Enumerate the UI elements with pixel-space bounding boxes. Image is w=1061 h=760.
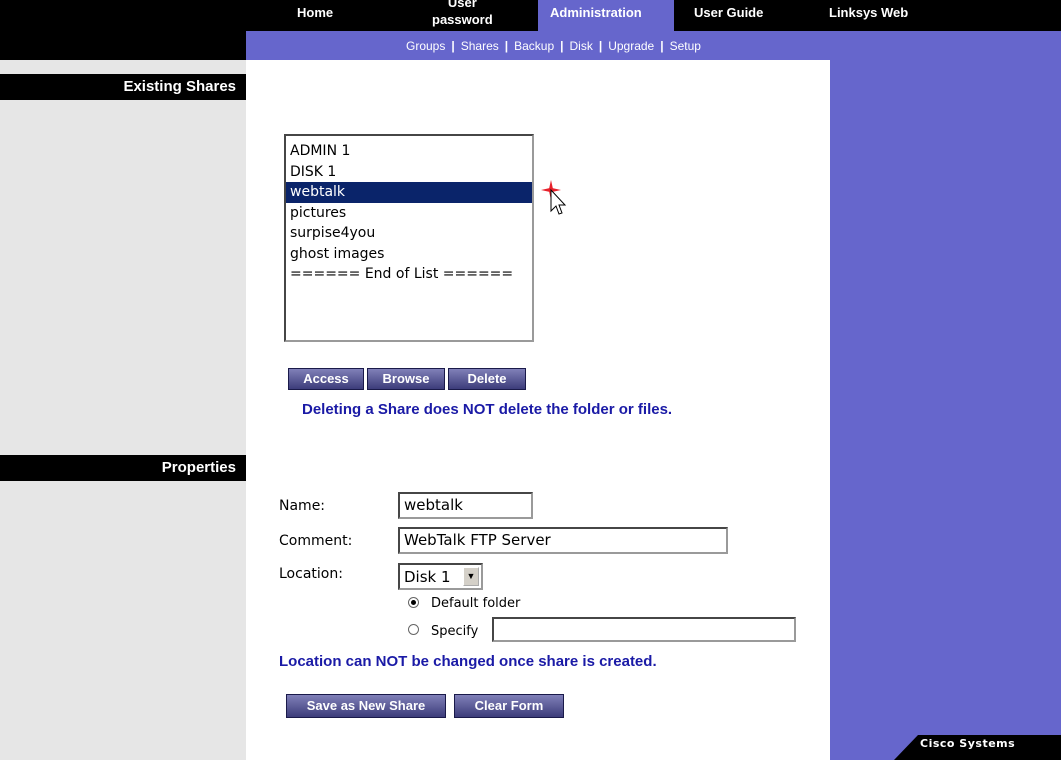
sub-nav-bar: Groups | Shares | Backup | Disk | Upgrade | Setup [246,31,1061,60]
clear-form-button[interactable]: Clear Form [454,694,564,718]
nav-user-password-line2: password [432,12,493,27]
sub-nav-links: Groups | Shares | Backup | Disk | Upgrade | Setup [406,39,701,53]
left-sidebar [0,60,246,760]
nav-user-password[interactable]: User password [432,0,493,28]
sub-nav-left-bar [0,31,246,60]
name-label: Name: [279,498,326,514]
share-list-item[interactable]: ADMIN 1 [286,141,532,162]
access-button[interactable]: Access [288,368,364,390]
subnav-separator: | [504,39,509,53]
chevron-down-icon[interactable]: ▼ [463,567,479,586]
properties-header: Properties [0,455,246,481]
comment-field[interactable]: WebTalk FTP Server [398,527,728,554]
save-as-new-share-button[interactable]: Save as New Share [286,694,446,718]
share-list-item[interactable]: pictures [286,203,532,224]
share-list-item[interactable]: DISK 1 [286,162,532,183]
specify-path-field[interactable] [492,617,796,642]
shares-listbox[interactable]: ADMIN 1 DISK 1 webtalk pictures surpise4… [284,134,534,342]
default-folder-radio[interactable] [408,597,419,608]
subnav-groups[interactable]: Groups [406,39,445,53]
specify-radio[interactable] [408,624,419,635]
nav-administration[interactable]: Administration [550,5,642,20]
delete-button[interactable]: Delete [448,368,526,390]
subnav-separator: | [660,39,664,53]
name-field[interactable]: webtalk [398,492,533,519]
subnav-disk[interactable]: Disk [570,39,593,53]
share-list-end-marker: ====== End of List ====== [290,266,514,282]
comment-label: Comment: [279,533,353,549]
nav-user-guide[interactable]: User Guide [694,5,763,20]
location-select[interactable]: Disk 1 ▼ [398,563,483,590]
subnav-upgrade[interactable]: Upgrade [608,39,654,53]
right-sidebar [830,60,1061,760]
top-nav-bar: Home User password Administration User G… [0,0,1061,31]
subnav-separator: | [598,39,603,53]
existing-shares-header: Existing Shares [0,74,246,100]
location-label: Location: [279,566,343,582]
location-notice: Location can NOT be changed once share i… [279,653,657,670]
delete-notice: Deleting a Share does NOT delete the fol… [302,401,673,418]
share-list-item-selected[interactable]: webtalk [286,182,532,203]
subnav-separator: | [560,39,564,53]
location-select-value: Disk 1 [404,568,451,586]
cisco-logo: Cisco Systems [920,737,1016,750]
subnav-setup[interactable]: Setup [670,39,701,53]
share-list-item[interactable]: surpise4you [286,223,532,244]
specify-label: Specify [431,624,479,639]
subnav-separator: | [451,39,455,53]
subnav-backup[interactable]: Backup [514,39,554,53]
default-folder-label: Default folder [431,596,521,611]
subnav-shares[interactable]: Shares [461,39,499,53]
share-list-item[interactable]: ghost images [286,244,532,265]
nav-user-password-line1: User [447,0,477,10]
nav-linksys-web[interactable]: Linksys Web [829,5,908,20]
mouse-pointer-icon [541,180,567,215]
browse-button[interactable]: Browse [367,368,445,390]
nav-home[interactable]: Home [297,5,333,20]
